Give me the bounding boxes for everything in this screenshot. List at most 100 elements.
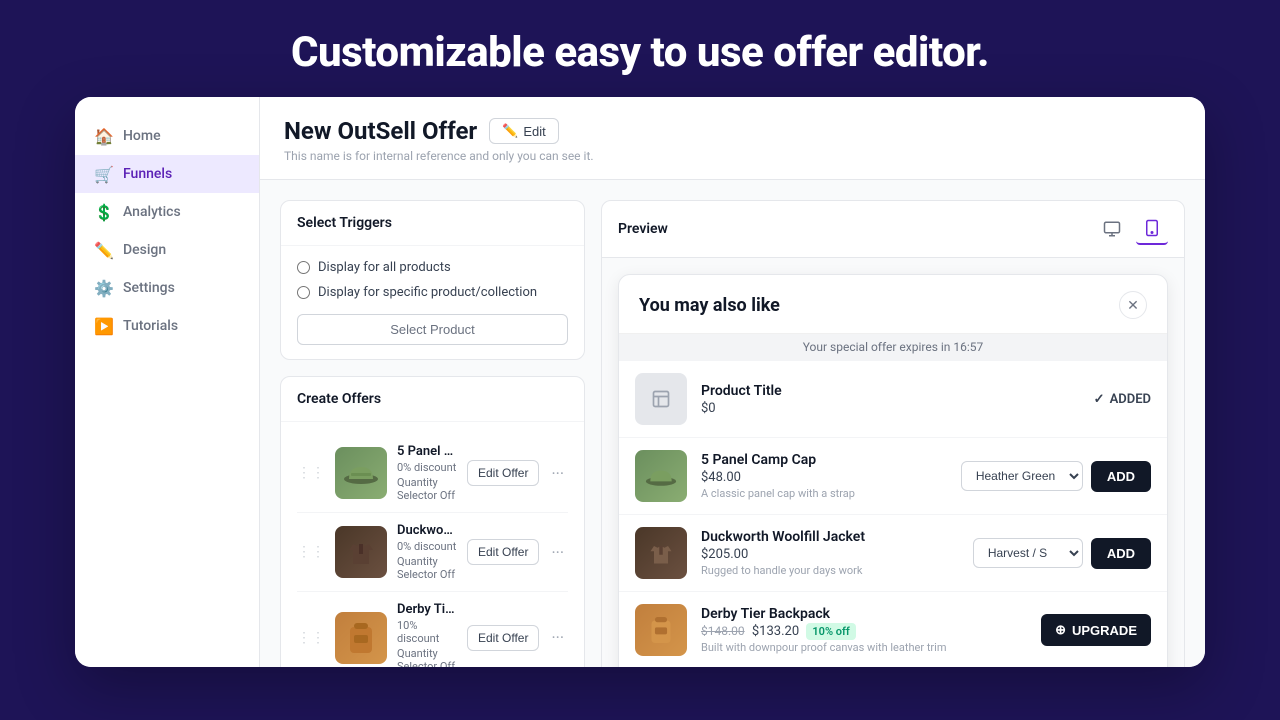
- offers-card: Create Offers ⋮⋮: [280, 376, 585, 667]
- product-price-sale-backpack: $133.20: [752, 624, 799, 639]
- timer-bar: Your special offer expires in 16:57: [619, 333, 1167, 360]
- edit-offer-backpack-button[interactable]: Edit Offer: [467, 625, 539, 651]
- offer-details-jacket: Duckworth Woolfill Jacket 0% discount Qu…: [397, 523, 457, 581]
- more-jacket-button[interactable]: ···: [547, 541, 568, 564]
- tutorials-icon: ▶️: [95, 317, 113, 335]
- product-name-placeholder: Product Title: [701, 383, 1080, 399]
- product-action-hat: Heather Green ADD: [961, 461, 1151, 492]
- product-name-jacket: Duckworth Woolfill Jacket: [701, 529, 959, 545]
- edit-button-label: Edit: [523, 124, 545, 139]
- drag-handle-jacket[interactable]: ⋮⋮: [297, 544, 325, 560]
- discount-badge-backpack: 10% off: [806, 623, 855, 640]
- modal-close-button[interactable]: ✕: [1119, 291, 1147, 319]
- offer-actions-jacket: Edit Offer ···: [467, 539, 568, 565]
- main-content: New OutSell Offer ✏️ Edit This name is f…: [260, 97, 1205, 667]
- offer-img-hat: [335, 447, 387, 499]
- sidebar-item-tutorials[interactable]: ▶️ Tutorials: [75, 307, 259, 345]
- radio-all-products[interactable]: Display for all products: [297, 260, 568, 275]
- offer-selector-backpack: Quantity Selector Off: [397, 647, 457, 667]
- product-info-jacket: Duckworth Woolfill Jacket $205.00 Rugged…: [701, 529, 959, 577]
- desktop-view-button[interactable]: [1096, 213, 1128, 245]
- edit-offer-jacket-button[interactable]: Edit Offer: [467, 539, 539, 565]
- offer-discount-hat: 0% discount: [397, 461, 457, 474]
- close-icon: ✕: [1127, 297, 1139, 314]
- radio-all-products-input[interactable]: [297, 261, 310, 274]
- offer-discount-backpack: 10% discount: [397, 619, 457, 645]
- offer-img-backpack: [335, 612, 387, 664]
- sidebar-item-funnels[interactable]: 🛒 Funnels: [75, 155, 259, 193]
- sidebar-item-tutorials-label: Tutorials: [123, 318, 178, 334]
- page-header: Customizable easy to use offer editor.: [0, 0, 1280, 97]
- product-name-backpack: Derby Tier Backpack: [701, 606, 1027, 622]
- more-hat-button[interactable]: ···: [547, 462, 568, 485]
- sidebar-item-home[interactable]: 🏠 Home: [75, 117, 259, 155]
- product-price-backpack: $148.00 $133.20 10% off: [701, 624, 1027, 639]
- modal-header: You may also like ✕: [619, 275, 1167, 333]
- added-badge: ✓ ADDED: [1094, 392, 1151, 407]
- content-body: Select Triggers Display for all products…: [260, 180, 1205, 667]
- radio-all-products-label: Display for all products: [318, 260, 451, 275]
- product-row-backpack: Derby Tier Backpack $148.00 $133.20 10% …: [619, 591, 1167, 667]
- offer-details-backpack: Derby Tier Backpack 10% discount Quantit…: [397, 602, 457, 667]
- upgrade-icon: ⊕: [1055, 622, 1066, 638]
- variant-select-jacket[interactable]: Harvest / S: [973, 538, 1083, 568]
- product-desc-backpack: Built with downpour proof canvas with le…: [701, 641, 1027, 654]
- product-price-orig-backpack: $148.00: [701, 624, 745, 638]
- mobile-view-button[interactable]: [1136, 213, 1168, 245]
- content-header-top: New OutSell Offer ✏️ Edit: [284, 117, 1181, 145]
- page-wrapper: Customizable easy to use offer editor. 🏠…: [0, 0, 1280, 667]
- add-hat-button[interactable]: ADD: [1091, 461, 1151, 492]
- sidebar-item-design-label: Design: [123, 242, 166, 258]
- upgrade-label: UPGRADE: [1072, 623, 1137, 638]
- variant-select-hat[interactable]: Heather Green: [961, 461, 1083, 491]
- product-price-jacket: $205.00: [701, 547, 959, 562]
- sidebar-item-design[interactable]: ✏️ Design: [75, 231, 259, 269]
- product-price-hat: $48.00: [701, 470, 947, 485]
- preview-controls: [1096, 213, 1168, 245]
- radio-specific-product[interactable]: Display for specific product/collection: [297, 285, 568, 300]
- triggers-card: Select Triggers Display for all products…: [280, 200, 585, 360]
- product-action-backpack: ⊕ UPGRADE: [1041, 614, 1151, 646]
- preview-label: Preview: [618, 221, 668, 237]
- preview-header: Preview: [602, 201, 1184, 258]
- settings-icon: ⚙️: [95, 279, 113, 297]
- offer-selector-hat: Quantity Selector Off: [397, 476, 457, 502]
- left-panel: Select Triggers Display for all products…: [280, 200, 585, 667]
- product-info-hat: 5 Panel Camp Cap $48.00 A classic panel …: [701, 452, 947, 500]
- offer-actions-hat: Edit Offer ···: [467, 460, 568, 486]
- product-thumb-placeholder: [635, 373, 687, 425]
- product-thumb-backpack: [635, 604, 687, 656]
- sidebar-item-funnels-label: Funnels: [123, 166, 172, 182]
- offers-header: Create Offers: [281, 377, 584, 422]
- product-name-hat: 5 Panel Camp Cap: [701, 452, 947, 468]
- offer-item-hat: ⋮⋮ 5 Panel Camp Cap: [297, 434, 568, 513]
- edit-offer-hat-button[interactable]: Edit Offer: [467, 460, 539, 486]
- preview-content: You may also like ✕ Your special offer e…: [602, 258, 1184, 667]
- page-title: New OutSell Offer: [284, 117, 477, 145]
- sidebar-item-settings[interactable]: ⚙️ Settings: [75, 269, 259, 307]
- home-icon: 🏠: [95, 127, 113, 145]
- drag-handle-hat[interactable]: ⋮⋮: [297, 465, 325, 481]
- edit-button[interactable]: ✏️ Edit: [489, 118, 559, 144]
- product-row-hat: 5 Panel Camp Cap $48.00 A classic panel …: [619, 437, 1167, 514]
- funnels-icon: 🛒: [95, 165, 113, 183]
- sidebar-item-analytics[interactable]: 💲 Analytics: [75, 193, 259, 231]
- offer-item-backpack: ⋮⋮ Derby Tier Backpack: [297, 592, 568, 667]
- product-row-jacket: Duckworth Woolfill Jacket $205.00 Rugged…: [619, 514, 1167, 591]
- radio-specific-product-input[interactable]: [297, 286, 310, 299]
- product-info-placeholder: Product Title $0: [701, 383, 1080, 416]
- check-icon: ✓: [1094, 392, 1105, 407]
- add-jacket-button[interactable]: ADD: [1091, 538, 1151, 569]
- product-action-placeholder: ✓ ADDED: [1094, 392, 1151, 407]
- sidebar-item-settings-label: Settings: [123, 280, 175, 296]
- more-backpack-button[interactable]: ···: [547, 626, 568, 649]
- content-subtitle: This name is for internal reference and …: [284, 149, 1181, 163]
- preview-modal: You may also like ✕ Your special offer e…: [618, 274, 1168, 667]
- upgrade-button[interactable]: ⊕ UPGRADE: [1041, 614, 1151, 646]
- drag-handle-backpack[interactable]: ⋮⋮: [297, 630, 325, 646]
- offer-item-jacket: ⋮⋮ Duckworth Woolfill Jacket 0% d: [297, 513, 568, 592]
- select-product-button[interactable]: Select Product: [297, 314, 568, 345]
- product-row-placeholder: Product Title $0 ✓ ADDED: [619, 360, 1167, 437]
- product-thumb-jacket: [635, 527, 687, 579]
- page-headline: Customizable easy to use offer editor.: [0, 28, 1280, 77]
